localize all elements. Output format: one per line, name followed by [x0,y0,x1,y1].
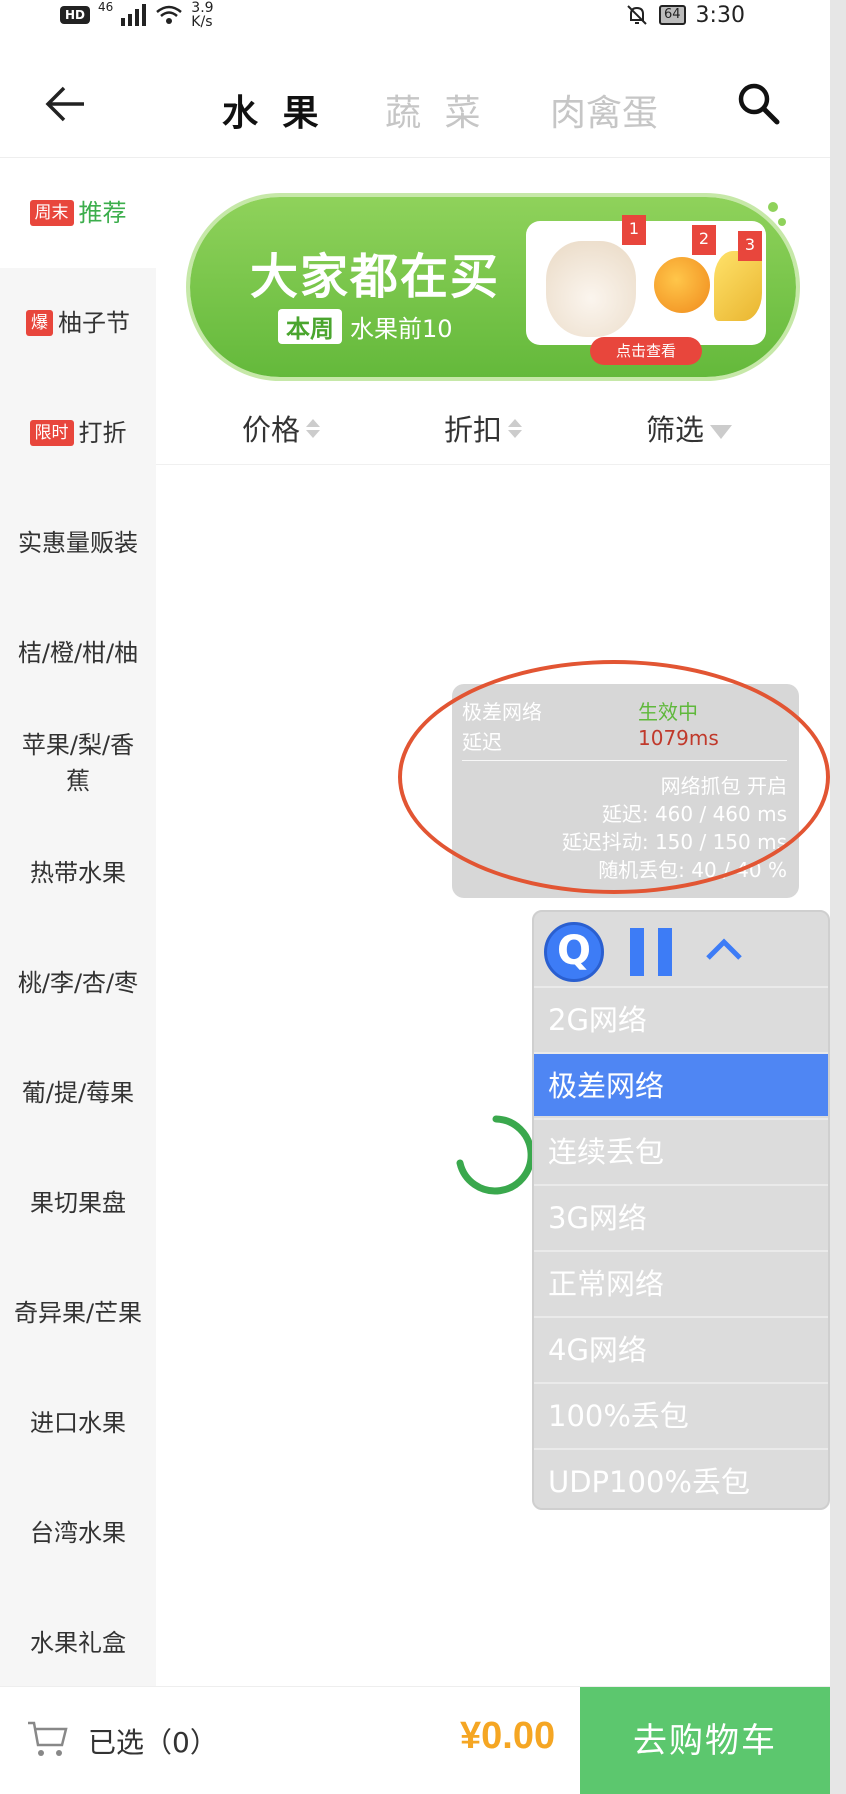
menu-item-normal[interactable]: 正常网络 [534,1250,828,1314]
signal-icon: 46 [98,0,114,14]
sidebar-item-label: 桔/橙/柑/柚 [17,639,139,667]
category-sidebar: 周末 推荐 爆柚子节 限时 打折 实惠量贩装 桔/橙/柑/柚 苹果/梨/香蕉 热带水… [0,158,156,1686]
top10-banner[interactable]: 大家都在买 本周 水果前10 1 2 3 点击查看 [190,197,796,377]
search-icon[interactable] [735,80,781,126]
sidebar-item-taiwan[interactable]: 台湾水果 [0,1478,156,1588]
sidebar-item-label: 奇异果/芒果 [13,1299,143,1327]
banana-image [714,251,762,321]
chevron-up-icon[interactable] [702,928,746,972]
sidebar-item-label: 苹果/梨/香蕉 [21,731,135,795]
sidebar-item-stone-fruit[interactable]: 桃/李/杏/枣 [0,928,156,1038]
menu-item-3g[interactable]: 3G网络 [534,1184,828,1248]
battery-indicator: 64 [659,5,686,25]
go-to-cart-button[interactable]: 去购物车 [580,1687,830,1794]
status-time: 3:30 [695,2,745,28]
sidebar-item-apple-pear-banana[interactable]: 苹果/梨/香蕉 [0,708,156,818]
sidebar-item-bulk[interactable]: 实惠量贩装 [0,488,156,598]
network-profile-menu: Q 2G网络 极差网络 连续丢包 3G网络 正常网络 4G网络 100%丢包 U… [532,910,830,1510]
banner-subtitle: 本周 水果前10 [278,309,453,344]
sidebar-item-label: 进口水果 [30,1409,126,1437]
q-logo-button[interactable]: Q [544,922,604,982]
menu-item-continuous-loss[interactable]: 连续丢包 [534,1118,828,1182]
weekend-tag: 周末 [29,200,74,226]
tab-meat-eggs[interactable]: 肉禽蛋 [550,84,658,136]
menu-item-2g[interactable]: 2G网络 [534,986,828,1050]
mute-bell-icon [627,5,647,25]
sidebar-item-label: 柚子节 [58,309,130,337]
banner-title: 大家都在买 [250,249,501,305]
sidebar-item-cut-fruit[interactable]: 果切果盘 [0,1148,156,1258]
network-speed: 3.9 K/s [191,0,214,30]
view-button[interactable]: 点击查看 [590,337,702,365]
sort-discount[interactable]: 折扣 [444,407,523,449]
orange-image [654,257,710,313]
rank-badge: 3 [738,231,762,261]
menu-item-4g[interactable]: 4G网络 [534,1316,828,1380]
wifi-icon [156,5,183,24]
sort-discount-label: 折扣 [444,413,503,447]
decor-dot [768,202,778,212]
filter-label: 筛选 [646,413,705,447]
sidebar-item-label: 水果礼盒 [30,1629,126,1657]
total-price: ¥0.00 [460,1715,556,1757]
sidebar-item-label: 果切果盘 [30,1189,126,1217]
sort-price-label: 价格 [242,413,301,447]
banner-subtitle-text: 水果前10 [350,315,453,343]
signal-bars-icon [121,4,147,26]
sidebar-item-tropical[interactable]: 热带水果 [0,818,156,928]
menu-item-udp-100-loss[interactable]: UDP100%丢包 [534,1448,828,1512]
tab-fruit[interactable]: 水 果 [222,84,325,136]
sidebar-item-pomelo-festival[interactable]: 爆柚子节 [0,268,156,378]
highlight-circle [398,660,830,894]
sidebar-item-grapes-berries[interactable]: 葡/提/莓果 [0,1038,156,1148]
limited-tag: 限时 [29,420,74,446]
cart-icon[interactable] [26,1715,70,1759]
sidebar-item-weekend-recommend[interactable]: 周末 推荐 [0,158,156,268]
menu-item-100-loss[interactable]: 100%丢包 [534,1382,828,1446]
sidebar-item-gift-box[interactable]: 水果礼盒 [0,1588,156,1698]
sidebar-item-label: 葡/提/莓果 [21,1079,135,1107]
bottom-cart-bar: 已选（0） ¥0.00 去购物车 [0,1686,830,1794]
sidebar-item-imported[interactable]: 进口水果 [0,1368,156,1478]
sidebar-item-citrus[interactable]: 桔/橙/柑/柚 [0,598,156,708]
back-arrow-icon[interactable] [44,84,88,124]
tab-vegetables[interactable]: 蔬 菜 [385,84,486,136]
rank-badge: 1 [622,215,646,245]
menu-item-very-poor[interactable]: 极差网络 [534,1052,828,1116]
selected-count: 已选（0） [88,1726,218,1759]
hot-tag: 爆 [26,310,53,336]
menu-toolbar: Q [534,912,828,986]
sort-arrows-icon [508,418,523,438]
hd-badge: HD [60,6,91,24]
sort-price[interactable]: 价格 [242,407,321,449]
sort-arrows-icon [306,418,321,438]
top-nav: 水 果 蔬 菜 肉禽蛋 [0,40,830,158]
sort-bar: 价格 折扣 筛选 [156,395,830,465]
sidebar-item-kiwi-mango[interactable]: 奇异果/芒果 [0,1258,156,1368]
status-bar: HD 46 3.9 K/s 64 3:30 [0,0,830,40]
sidebar-item-label: 台湾水果 [30,1519,126,1547]
sidebar-item-discount[interactable]: 限时 打折 [0,378,156,488]
sidebar-item-label: 桃/李/杏/枣 [17,969,139,997]
sidebar-item-label: 打折 [78,419,127,447]
sidebar-item-label: 推荐 [78,199,127,227]
week-badge: 本周 [278,309,342,344]
loading-spinner-icon [456,1115,535,1195]
banner-fruit-image: 1 2 3 [526,215,766,345]
rank-badge: 2 [692,225,716,255]
filter-button[interactable]: 筛选 [646,407,733,449]
decor-dot [778,218,786,226]
coconut-image [546,241,636,337]
sidebar-item-label: 热带水果 [30,859,126,887]
screen-edge [830,0,846,1794]
filter-funnel-icon [710,425,733,439]
pause-icon[interactable] [630,928,672,976]
sidebar-item-label: 实惠量贩装 [18,529,138,557]
